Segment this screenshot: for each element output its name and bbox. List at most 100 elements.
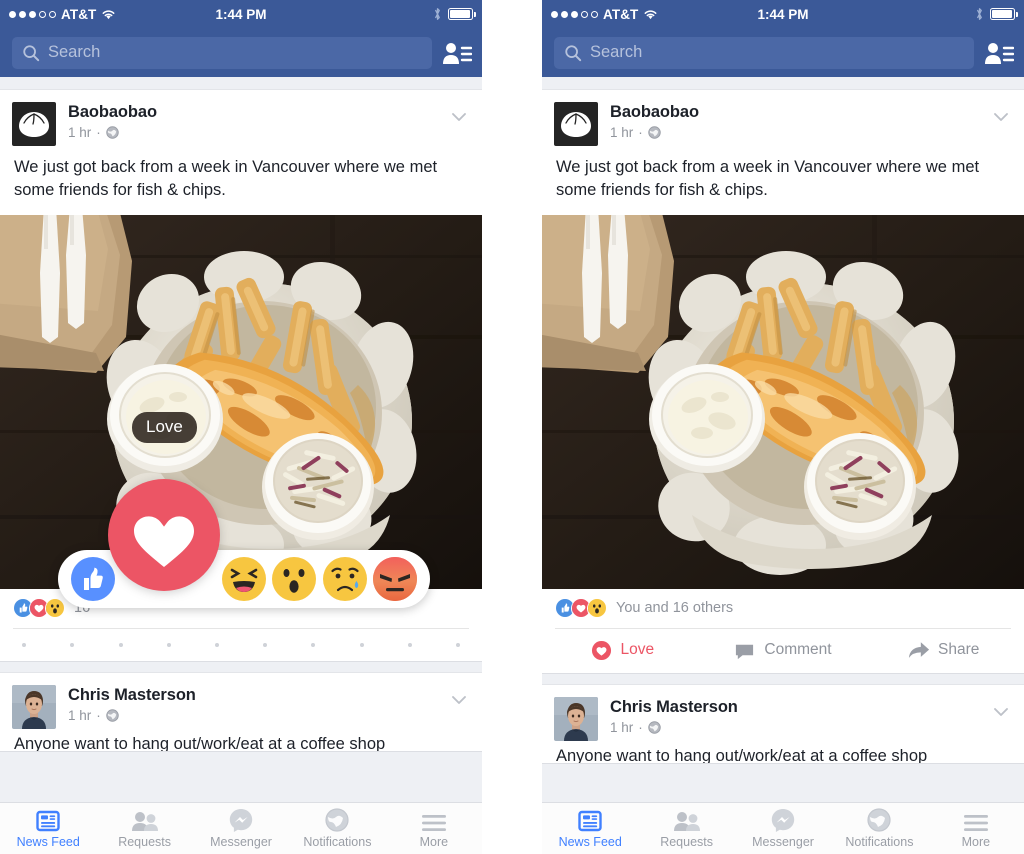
comment-button-label: Comment: [764, 641, 832, 659]
tab-notifications[interactable]: Notifications: [831, 808, 927, 849]
bao-bun-avatar[interactable]: [12, 102, 56, 146]
reaction-tooltip: Love: [132, 412, 197, 443]
post-card-baobaobao: Baobaobao 1 hr · We just got back from a…: [542, 89, 1024, 674]
status-bar-right: [433, 7, 476, 21]
love-button[interactable]: Love: [542, 640, 703, 661]
love-button-label: Love: [620, 641, 655, 659]
tab-requests[interactable]: Requests: [638, 808, 734, 849]
post-author-name[interactable]: Baobaobao: [610, 103, 990, 122]
chevron-down-icon[interactable]: [448, 689, 470, 711]
friend-requests-icon[interactable]: [442, 40, 472, 66]
more-hamburger-icon: [963, 808, 989, 832]
messenger-icon: [771, 808, 795, 832]
tab-news-feed[interactable]: News Feed: [0, 808, 96, 849]
bluetooth-icon: [433, 7, 442, 21]
tab-more[interactable]: More: [386, 808, 482, 849]
bottom-tab-bar: News Feed Requests Messenger Notificatio…: [542, 802, 1024, 854]
globe-icon: [648, 126, 661, 139]
search-icon: [22, 44, 40, 62]
reaction-option-sad[interactable]: [319, 557, 369, 601]
requests-icon: [131, 808, 159, 832]
reaction-option-angry[interactable]: [370, 557, 420, 601]
post-text: We just got back from a week in Vancouve…: [556, 158, 980, 200]
reaction-option-haha[interactable]: [219, 557, 269, 601]
chris-masterson-avatar[interactable]: [12, 685, 56, 729]
post-text-2: Anyone want to hang out/work/eat at a co…: [556, 746, 928, 763]
status-bar-left: AT&T: [9, 7, 116, 22]
tab-messenger[interactable]: Messenger: [193, 808, 289, 849]
status-bar: AT&T 1:44 PM: [542, 0, 1024, 28]
post-timestamp: 1 hr: [68, 125, 92, 140]
phone-screen-left: AT&T 1:44 PM Search Baobaobao 1 hr · We …: [0, 0, 482, 854]
tab-messenger[interactable]: Messenger: [735, 808, 831, 849]
post-card-chris-masterson: Chris Masterson 1 hr · Anyone want to ha…: [542, 683, 1024, 764]
tab-news-feed[interactable]: News Feed: [542, 808, 638, 849]
reaction-option-wow[interactable]: [269, 557, 319, 601]
reaction-option-love[interactable]: [108, 479, 220, 591]
chris-masterson-avatar[interactable]: [554, 697, 598, 741]
status-bar: AT&T 1:44 PM: [0, 0, 482, 28]
nav-gap: [0, 77, 482, 89]
battery-icon: [990, 8, 1018, 20]
globe-icon: [106, 126, 119, 139]
reaction-badges: [555, 597, 608, 619]
friend-requests-icon[interactable]: [984, 40, 1014, 66]
signal-strength-dots: [9, 10, 56, 18]
fish-and-chips-photo[interactable]: [542, 214, 1024, 589]
search-placeholder: Search: [48, 43, 101, 61]
signal-strength-dots: [551, 10, 598, 18]
share-arrow-icon: [908, 640, 929, 661]
tab-label: More: [419, 835, 449, 849]
post-author-name-2[interactable]: Chris Masterson: [610, 698, 990, 717]
post-separator-2: ·: [638, 719, 643, 735]
tab-label: Notifications: [845, 835, 914, 849]
post-separator-2: ·: [96, 707, 101, 723]
messenger-icon: [229, 808, 253, 832]
carrier-label: AT&T: [61, 6, 97, 22]
wow-badge: [587, 597, 608, 619]
globe-icon: [648, 721, 661, 734]
post-actions: Love Comment Share: [542, 629, 1024, 673]
comment-button[interactable]: Comment: [703, 640, 864, 661]
post-meta: Baobaobao 1 hr ·: [610, 102, 990, 140]
news-feed-scroll[interactable]: Baobaobao 1 hr · We just got back from a…: [0, 89, 482, 854]
post-author-name[interactable]: Baobaobao: [68, 103, 448, 122]
more-hamburger-icon: [421, 808, 447, 832]
tab-more[interactable]: More: [928, 808, 1024, 849]
tab-label: More: [961, 835, 991, 849]
post-submeta: 1 hr ·: [610, 125, 990, 140]
news-feed-icon: [578, 808, 602, 832]
top-nav-bar: Search: [542, 28, 1024, 77]
tab-label: News Feed: [16, 835, 80, 849]
chevron-down-icon[interactable]: [990, 106, 1012, 128]
notifications-icon: [867, 808, 891, 832]
share-button[interactable]: Share: [863, 640, 1024, 661]
status-bar-left: AT&T: [551, 7, 658, 22]
notifications-icon: [325, 808, 349, 832]
chevron-down-icon[interactable]: [448, 106, 470, 128]
tab-notifications[interactable]: Notifications: [289, 808, 385, 849]
top-nav-bar: Search: [0, 28, 482, 77]
tab-label: Messenger: [210, 835, 272, 849]
search-input[interactable]: Search: [12, 36, 432, 69]
tab-requests[interactable]: Requests: [96, 808, 192, 849]
post-header: Baobaobao 1 hr ·: [542, 90, 1024, 146]
carrier-label: AT&T: [603, 6, 639, 22]
post-author-name-2[interactable]: Chris Masterson: [68, 686, 448, 705]
tab-label: Messenger: [752, 835, 814, 849]
reaction-summary-row[interactable]: You and 16 others: [542, 589, 1024, 628]
comment-bubble-icon: [734, 640, 755, 661]
search-input[interactable]: Search: [554, 36, 974, 69]
post-timestamp-2: 1 hr: [610, 719, 634, 735]
tab-label: Requests: [118, 835, 172, 849]
share-button-label: Share: [937, 641, 980, 659]
globe-icon: [106, 709, 119, 722]
phone-screen-right: AT&T 1:44 PM Search Baobaobao 1 hr · We …: [542, 0, 1024, 854]
screenshot-stage: AT&T 1:44 PM Search Baobaobao 1 hr · We …: [0, 0, 1024, 854]
nav-gap: [542, 77, 1024, 89]
reaction-count-label[interactable]: You and 16 others: [616, 600, 733, 616]
news-feed-scroll[interactable]: Baobaobao 1 hr · We just got back from a…: [542, 89, 1024, 854]
chevron-down-icon[interactable]: [990, 701, 1012, 723]
bao-bun-avatar[interactable]: [554, 102, 598, 146]
post-header-2: Chris Masterson 1 hr ·: [542, 685, 1024, 741]
